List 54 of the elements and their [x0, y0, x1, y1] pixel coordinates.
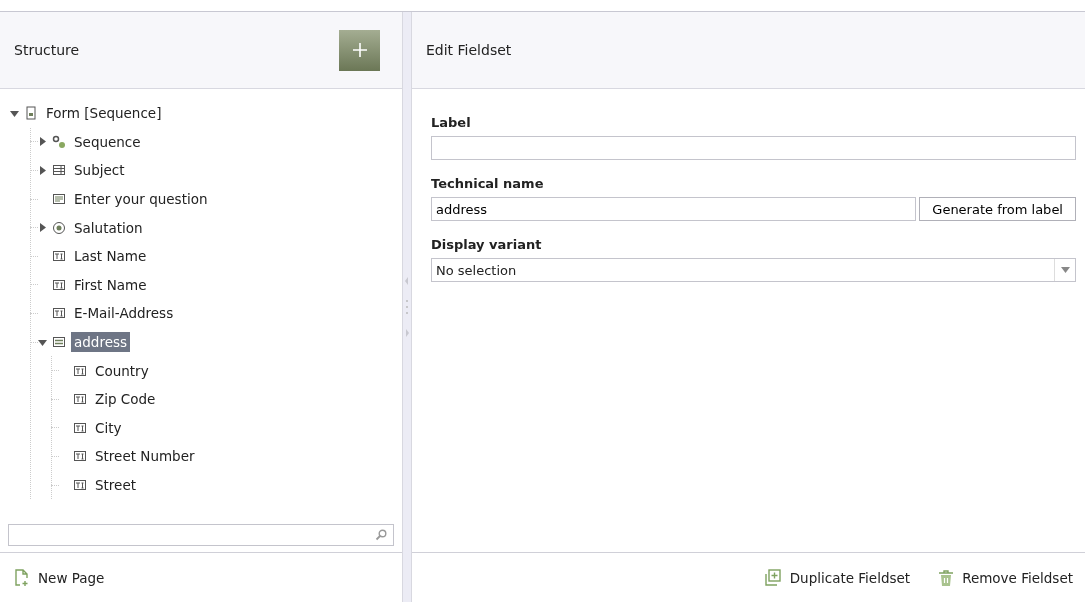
tree-item[interactable]: E-Mail-Address — [71, 303, 177, 324]
table-icon — [52, 163, 66, 178]
tree-item[interactable]: address — [71, 332, 131, 353]
search-field[interactable] — [8, 524, 394, 546]
tree-item[interactable]: Zip Code — [92, 389, 159, 410]
fieldset-icon — [52, 335, 66, 350]
new-page-icon — [14, 568, 30, 587]
search-icon — [375, 529, 387, 541]
trash-icon — [938, 568, 955, 587]
technical-name-input[interactable]: address — [431, 197, 917, 221]
new-page-link[interactable]: New Page — [14, 568, 105, 587]
text-field-icon — [52, 277, 66, 292]
text-area-icon — [52, 192, 66, 207]
text-field-icon — [73, 392, 87, 407]
tree-item[interactable]: Street Number — [92, 446, 198, 467]
text-field-icon — [73, 478, 87, 492]
tree-item[interactable]: First Name — [71, 274, 150, 295]
caret-icon — [1060, 267, 1070, 273]
field-label: Technical name — [431, 176, 545, 191]
generate-button[interactable]: Generate from label — [919, 197, 1076, 221]
tree-item[interactable]: Enter your question — [71, 189, 211, 210]
duplicate-icon — [763, 568, 782, 587]
remove-link[interactable]: Remove Fieldset — [938, 568, 1073, 587]
tree-item[interactable]: Sequence — [71, 131, 144, 152]
text-field-icon — [73, 363, 87, 378]
add-button[interactable] — [339, 29, 380, 71]
tree-item[interactable]: Street — [92, 475, 140, 495]
duplicate-link[interactable]: Duplicate Fieldset — [763, 568, 911, 587]
splitter-handle-icon[interactable] — [404, 277, 410, 337]
text-field-icon — [52, 249, 66, 264]
form-icon — [24, 106, 38, 121]
text-field-icon — [52, 306, 66, 321]
text-field-icon — [73, 420, 87, 435]
tree-item[interactable]: City — [92, 417, 125, 438]
expand-triangle-icon[interactable] — [38, 223, 47, 233]
panel-title: Structure — [14, 42, 80, 58]
radio-icon — [52, 220, 66, 235]
gears-icon — [52, 134, 66, 149]
panel-title: Edit Fieldset — [426, 42, 512, 58]
tree-item[interactable]: Subject — [71, 160, 128, 181]
collapse-triangle-icon[interactable] — [10, 108, 19, 118]
tree-item[interactable]: Last Name — [71, 246, 150, 267]
label-input[interactable] — [431, 136, 1076, 160]
expand-triangle-icon[interactable] — [38, 166, 47, 175]
field-label: Display variant — [431, 237, 543, 252]
tree-item[interactable]: Salutation — [71, 217, 146, 238]
tree-item[interactable]: Country — [92, 360, 152, 381]
display-variant-dropdown[interactable]: No selection — [431, 258, 1076, 282]
text-field-icon — [73, 449, 87, 464]
plus-icon — [351, 42, 368, 58]
tree-item[interactable]: Form [Sequence] — [43, 103, 165, 124]
collapse-triangle-icon[interactable] — [38, 337, 47, 347]
field-label: Label — [431, 115, 472, 130]
expand-triangle-icon[interactable] — [38, 137, 47, 147]
